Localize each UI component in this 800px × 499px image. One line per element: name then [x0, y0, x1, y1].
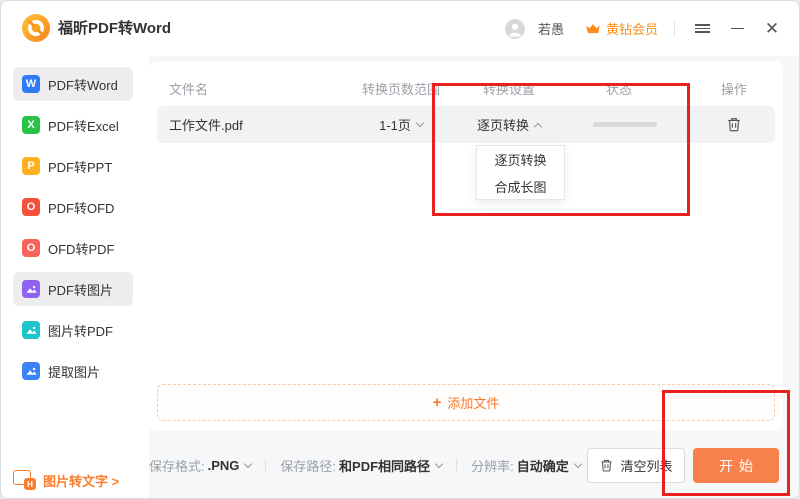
dropdown-option-per-page[interactable]: 逐页转换 [477, 146, 564, 173]
save-format-select[interactable]: 保存格式: .PNG [149, 456, 251, 475]
extract-images-icon [22, 362, 40, 380]
setting-select[interactable]: 逐页转换 [477, 106, 541, 143]
divider [456, 459, 457, 473]
member-badge[interactable]: 黄钻会员 [585, 19, 658, 38]
user-avatar[interactable] [505, 19, 525, 39]
sidebar-item-pdf-to-excel[interactable]: X PDF转Excel [13, 108, 133, 142]
close-icon[interactable]: ✕ [761, 18, 783, 40]
minimize-icon[interactable] [726, 18, 748, 40]
titlebar-right: 若愚 黄钻会员 ✕ [505, 1, 783, 56]
add-file-button[interactable]: + 添加文件 [157, 384, 775, 421]
crown-icon [585, 22, 601, 35]
trash-icon [726, 116, 743, 133]
save-path-select[interactable]: 保存路径: 和PDF相同路径 [280, 456, 442, 475]
chevron-down-icon [416, 119, 424, 127]
sidebar-item-extract-images[interactable]: 提取图片 [13, 354, 133, 388]
image-to-text-icon: H [13, 470, 36, 490]
col-header-action: 操作 [721, 79, 747, 98]
titlebar-divider [674, 21, 675, 37]
sidebar-item-image-to-pdf[interactable]: 图片转PDF [13, 313, 133, 347]
sidebar-item-pdf-to-ofd[interactable]: O PDF转OFD [13, 190, 133, 224]
dropdown-option-long-image[interactable]: 合成长图 [477, 173, 564, 200]
user-name[interactable]: 若愚 [538, 19, 564, 38]
table-row: 工作文件.pdf 1-1页 逐页转换 [157, 106, 775, 143]
ofd-icon: O [22, 198, 40, 216]
sidebar: W PDF转Word X PDF转Excel P PDF转PPT O PDF转O… [1, 56, 149, 498]
pdf-to-image-icon [22, 280, 40, 298]
sidebar-item-image-to-text[interactable]: H 图片转文字 > [13, 464, 143, 496]
app-window: 福昕PDF转Word 若愚 黄钻会员 ✕ [0, 0, 800, 499]
file-name: 工作文件.pdf [169, 106, 243, 143]
menu-icon[interactable] [691, 18, 713, 40]
chevron-up-icon [534, 122, 542, 130]
col-header-status: 状态 [606, 79, 632, 98]
plus-icon: + [433, 394, 442, 411]
word-icon: W [22, 75, 40, 93]
page-range-select[interactable]: 1-1页 [379, 106, 423, 143]
sidebar-item-pdf-to-image[interactable]: PDF转图片 [13, 272, 133, 306]
divider [265, 459, 266, 473]
trash-icon [599, 458, 614, 473]
chevron-down-icon [244, 460, 252, 468]
delete-file-button[interactable] [726, 106, 743, 143]
col-header-page-range: 转换页数范围 [362, 79, 440, 98]
app-title: 福昕PDF转Word [58, 1, 171, 56]
resolution-select[interactable]: 分辨率: 自动确定 [471, 456, 581, 475]
content-area: W PDF转Word X PDF转Excel P PDF转PPT O PDF转O… [1, 56, 799, 498]
col-header-setting: 转换设置 [483, 79, 535, 98]
chevron-down-icon [573, 460, 581, 468]
sidebar-item-pdf-to-word[interactable]: W PDF转Word [13, 67, 133, 101]
ofd-to-pdf-icon: O [22, 239, 40, 257]
setting-dropdown: 逐页转换 合成长图 [476, 145, 565, 200]
app-logo-icon [22, 14, 50, 42]
image-to-pdf-icon [22, 321, 40, 339]
start-button[interactable]: 开始 [693, 448, 779, 483]
bottom-bar: 保存格式: .PNG 保存路径: 和PDF相同路径 分辨率: 自动确定 [149, 448, 799, 483]
sidebar-item-pdf-to-ppt[interactable]: P PDF转PPT [13, 149, 133, 183]
titlebar: 福昕PDF转Word 若愚 黄钻会员 ✕ [1, 1, 799, 56]
chevron-down-icon [435, 460, 443, 468]
col-header-filename: 文件名 [169, 79, 208, 98]
ppt-icon: P [22, 157, 40, 175]
progress-bar [593, 122, 657, 127]
clear-list-button[interactable]: 清空列表 [587, 448, 685, 483]
sidebar-item-ofd-to-pdf[interactable]: O OFD转PDF [13, 231, 133, 265]
member-label: 黄钻会员 [606, 19, 658, 38]
file-list-panel: 文件名 转换页数范围 转换设置 状态 操作 工作文件.pdf 1-1页 逐页转换 [149, 61, 783, 431]
excel-icon: X [22, 116, 40, 134]
